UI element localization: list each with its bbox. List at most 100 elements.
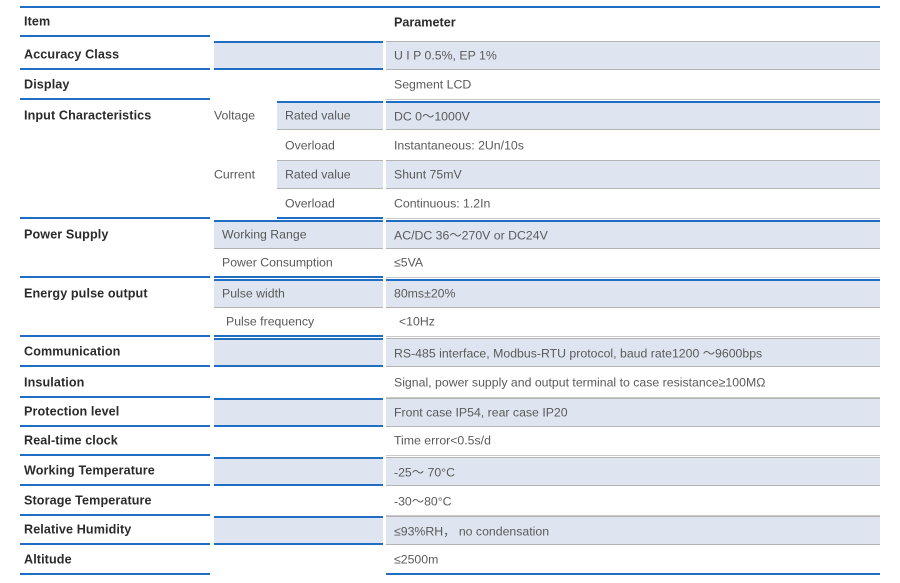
- row-item-cell: Display: [20, 71, 210, 100]
- row-parameter-cell: -25～ 70°C: [386, 457, 880, 486]
- row-item-label: Working Temperature: [24, 463, 155, 478]
- row-item-cell: [20, 190, 210, 219]
- row-parameter-value: ≤5VA: [394, 255, 424, 270]
- row-parameter-cell: Continuous: 1.2In: [386, 190, 880, 219]
- row-item-cell: Communication: [20, 338, 210, 367]
- row-sub-b-label: Working Range: [222, 227, 307, 242]
- row-parameter-cell: Front case IP54, rear case IP20: [386, 398, 880, 427]
- row-item-cell: Accuracy Class: [20, 41, 210, 70]
- row-parameter-cell: DC 0～1000V: [386, 101, 880, 130]
- row-item-label: Relative Humidity: [24, 522, 132, 537]
- row-parameter-value: 80ms±20%: [394, 286, 456, 301]
- row-item-cell: Relative Humidity: [20, 516, 210, 545]
- row-sub-cell-blank: [214, 398, 383, 427]
- row-item-cell: Energy pulse output: [20, 279, 210, 308]
- header-item-label: Item: [24, 14, 51, 29]
- table-row: Power Supply Working Range AC/DC 36～270V…: [0, 220, 900, 249]
- row-parameter-cell: Time error<0.5s/d: [386, 427, 880, 456]
- row-parameter-cell: RS-485 interface, Modbus-RTU protocol, b…: [386, 338, 880, 367]
- row-parameter-value: Continuous: 1.2In: [394, 196, 491, 211]
- table-row: Input Characteristics Voltage Rated valu…: [0, 101, 900, 130]
- row-sub-b-cell: Overload: [277, 190, 383, 219]
- row-sub-cell-blank: [214, 338, 383, 367]
- row-item-cell: Protection level: [20, 398, 210, 427]
- row-sub-b-cell: Overload: [277, 131, 383, 160]
- row-parameter-cell: U I P 0.5%, EP 1%: [386, 41, 880, 70]
- row-sub-a-cell: Voltage: [214, 101, 277, 130]
- table-row: Insulation Signal, power supply and outp…: [0, 369, 900, 398]
- row-parameter-value: ≤2500m: [394, 552, 439, 567]
- table-row: Accuracy Class U I P 0.5%, EP 1%: [0, 41, 900, 70]
- table-row: Pulse frequency <10Hz: [0, 308, 900, 337]
- table-row: Overload Instantaneous: 2Un/10s: [0, 131, 900, 160]
- row-sub-cell-blank: [214, 41, 383, 70]
- row-sub-b-label: Rated value: [285, 108, 351, 123]
- header-cell-parameter: Parameter: [386, 8, 880, 37]
- row-sub-b-label: Overload: [285, 138, 335, 153]
- table-row: Communication RS-485 interface, Modbus-R…: [0, 338, 900, 367]
- table-row: Relative Humidity ≤93%RH， no condensatio…: [0, 516, 900, 545]
- row-item-cell: [20, 131, 210, 160]
- row-parameter-cell: 80ms±20%: [386, 279, 880, 308]
- table-row: Protection level Front case IP54, rear c…: [0, 398, 900, 427]
- row-parameter-value: RS-485 interface, Modbus-RTU protocol, b…: [394, 346, 763, 361]
- row-sub-b-label: Pulse width: [222, 286, 285, 301]
- row-parameter-value: ≤93%RH， no condensation: [394, 524, 550, 539]
- table-row: Storage Temperature -30～80°C: [0, 487, 900, 516]
- row-item-label: Energy pulse output: [24, 286, 148, 301]
- row-item-cell: Input Characteristics: [20, 101, 210, 130]
- row-item-label: Power Supply: [24, 227, 109, 242]
- row-sub-b-label: Pulse frequency: [226, 314, 315, 329]
- row-parameter-value: Segment LCD: [394, 77, 472, 92]
- row-sub-b-cell: Rated value: [277, 160, 383, 189]
- row-parameter-value: Time error<0.5s/d: [394, 433, 491, 448]
- row-item-label: Display: [24, 77, 70, 92]
- row-parameter-cell: <10Hz: [386, 308, 880, 337]
- row-parameter-value: AC/DC 36～270V or DC24V: [394, 228, 548, 243]
- row-item-cell: Insulation: [20, 369, 210, 398]
- header-cell-item: Item: [20, 8, 210, 37]
- row-item-cell: [20, 249, 210, 278]
- row-sub-b-cell: Power Consumption: [214, 249, 383, 278]
- table-row: Display Segment LCD: [0, 71, 900, 100]
- header-parameter-label: Parameter: [394, 15, 456, 30]
- row-sub-a-label: Current: [214, 167, 256, 182]
- row-parameter-value: U I P 0.5%, EP 1%: [394, 48, 497, 63]
- row-parameter-cell: Shunt 75mV: [386, 160, 880, 189]
- row-item-cell: Storage Temperature: [20, 487, 210, 516]
- row-item-label: Input Characteristics: [24, 108, 152, 123]
- row-item-label: Altitude: [24, 552, 72, 567]
- row-parameter-value: Signal, power supply and output terminal…: [394, 375, 766, 390]
- row-parameter-value: <10Hz: [399, 314, 435, 329]
- row-parameter-cell: ≤5VA: [386, 249, 880, 278]
- row-item-label: Communication: [24, 344, 121, 359]
- table-row: Energy pulse output Pulse width 80ms±20%: [0, 279, 900, 308]
- row-item-cell: Power Supply: [20, 220, 210, 249]
- row-parameter-value: DC 0～1000V: [394, 109, 470, 124]
- row-parameter-value: -30～80°C: [394, 494, 452, 509]
- row-item-label: Storage Temperature: [24, 493, 152, 508]
- row-parameter-cell: ≤2500m: [386, 546, 880, 575]
- table-row: Current Rated value Shunt 75mV: [0, 160, 900, 189]
- row-item-label: Insulation: [24, 375, 85, 390]
- row-sub-b-label: Power Consumption: [222, 255, 333, 270]
- row-sub-b-cell: Pulse frequency: [214, 308, 383, 337]
- row-parameter-cell: -30～80°C: [386, 487, 880, 516]
- row-sub-cell-blank: [214, 457, 383, 486]
- table-header-row: Item Parameter: [0, 8, 900, 37]
- row-sub-b-label: Overload: [285, 196, 335, 211]
- row-parameter-value: -25～ 70°C: [394, 465, 455, 480]
- row-sub-a-cell: [214, 131, 277, 160]
- row-sub-a-label: Voltage: [214, 108, 256, 123]
- row-item-label: Real-time clock: [24, 433, 118, 448]
- row-item-cell: Working Temperature: [20, 457, 210, 486]
- row-sub-b-cell: Working Range: [214, 220, 383, 249]
- row-parameter-cell: Signal, power supply and output terminal…: [386, 369, 880, 398]
- row-parameter-cell: ≤93%RH， no condensation: [386, 516, 880, 545]
- row-item-cell: [20, 308, 210, 337]
- row-sub-b-cell: Rated value: [277, 101, 383, 130]
- row-parameter-value: Shunt 75mV: [394, 167, 462, 182]
- table-row: Overload Continuous: 1.2In: [0, 190, 900, 219]
- table-row: Real-time clock Time error<0.5s/d: [0, 427, 900, 456]
- table-row: Power Consumption ≤5VA: [0, 249, 900, 278]
